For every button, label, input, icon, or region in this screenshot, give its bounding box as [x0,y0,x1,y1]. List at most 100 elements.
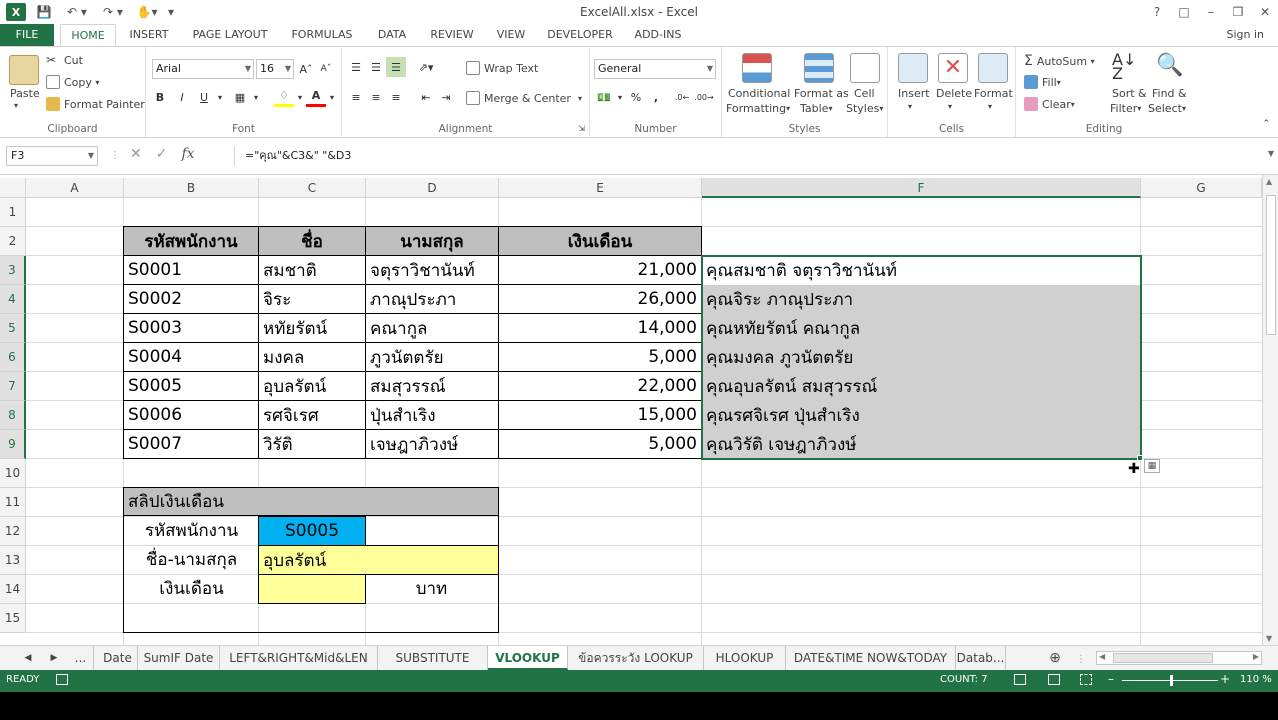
enter-icon[interactable]: ✓ [156,146,168,166]
emp-greeting-cell[interactable]: คุณรศจิเรศ ปุ่นสำเริง [702,400,1141,430]
ribbon-display-button[interactable]: □ [1172,2,1196,22]
paste-icon[interactable] [9,55,39,85]
scroll-left-icon[interactable]: ◀ [1099,652,1105,661]
sheet-tab[interactable]: LEFT&RIGHT&Mid&LEN [220,646,378,670]
new-sheet-icon[interactable]: ⊕ [1044,646,1066,670]
font-name-combo[interactable]: Arial ▼ [152,59,254,79]
row-header-4[interactable]: 4 [0,285,26,314]
emp-salary-cell[interactable]: 5,000 [498,342,702,372]
percent-button[interactable]: % [626,87,646,107]
format-as-table-line2[interactable]: Table ▾ [800,102,832,115]
emp-greeting-cell[interactable]: คุณวิรัติ เจษฎาภิวงษ์ [702,429,1141,459]
emp-id-cell[interactable]: S0007 [123,429,259,459]
horizontal-scrollbar[interactable]: ◀ ▶ [1096,651,1262,665]
row-header-9[interactable]: 9 [0,430,26,459]
merge-center-button[interactable]: Merge & Center ▾ [466,91,582,105]
zoom-in-icon[interactable]: + [1220,672,1230,686]
scroll-up-icon[interactable]: ▲ [1266,177,1272,186]
tab-add-ins[interactable]: ADD-INS [628,24,688,46]
delete-cells-button[interactable]: Delete [936,87,972,100]
row-header-1[interactable]: 1 [0,198,26,227]
emp-name-cell[interactable]: รศจิเรศ [258,400,366,430]
emp-id-cell[interactable]: S0002 [123,284,259,314]
font-dropdown-icon[interactable]: ▼ [245,60,251,78]
row-header-3[interactable]: 3 [0,256,26,285]
column-header-a[interactable]: A [26,178,124,198]
maximize-button[interactable]: ❐ [1226,2,1250,22]
copy-button[interactable]: Copy ▾ [46,75,99,89]
binoculars-icon[interactable]: 🔍 [1156,53,1186,83]
emp-name-cell[interactable]: สมชาติ [258,255,366,285]
formula-input[interactable]: ="คุณ"&C3&" "&D3 [234,146,1264,166]
emp-name-cell[interactable]: มงคล [258,342,366,372]
zoom-slider-thumb[interactable] [1170,675,1173,686]
vertical-scrollbar[interactable]: ▲ ▼ [1262,175,1278,645]
row-header-10[interactable]: 10 [0,459,26,488]
number-format-dropdown-icon[interactable]: ▼ [707,60,713,78]
cancel-icon[interactable]: ✕ [130,146,142,166]
emp-greeting-cell[interactable]: คุณอุบลรัตน์ สมสุวรรณ์ [702,371,1141,401]
format-cells-icon[interactable] [978,53,1008,83]
emp-id-cell[interactable]: S0003 [123,313,259,343]
sheet-tab[interactable]: VLOOKUP [488,646,568,670]
emp-surname-cell[interactable]: เจษฎาภิวงษ์ [365,429,499,459]
slip-unit[interactable]: บาท [365,574,499,603]
tab-developer[interactable]: DEVELOPER [542,24,618,46]
slip-bottom-row[interactable] [123,603,499,633]
emp-salary-cell[interactable]: 26,000 [498,284,702,314]
insert-dropdown-icon[interactable]: ▾ [908,102,912,111]
table-header-id[interactable]: รหัสพนักงาน [123,226,259,256]
bold-button[interactable]: B [150,87,170,107]
scroll-down-icon[interactable]: ▼ [1266,634,1272,643]
sheet-tab[interactable]: Datab... [956,646,1006,670]
slip-title[interactable]: สลิปเงินเดือน [123,487,499,516]
emp-name-cell[interactable]: อุบลรัตน์ [258,371,366,401]
align-bottom-icon[interactable]: ☰ [386,57,406,77]
tab-page-layout[interactable]: PAGE LAYOUT [186,24,274,46]
emp-surname-cell[interactable]: ภูวนัตตรัย [365,342,499,372]
auto-fill-options-icon[interactable]: ▦ [1144,459,1160,473]
column-header-f[interactable]: F [702,178,1141,198]
merge-dropdown-icon[interactable]: ▾ [578,94,582,103]
row-header-7[interactable]: 7 [0,372,26,401]
insert-function-icon[interactable]: fx [181,146,194,166]
emp-id-cell[interactable]: S0001 [123,255,259,285]
underline-dropdown-icon[interactable]: ▾ [210,87,230,107]
fill-button[interactable]: Fill ▾ [1024,75,1061,89]
slip-id-empty[interactable] [365,516,499,545]
emp-surname-cell[interactable]: ปุ่นสำเริง [365,400,499,430]
macro-record-icon[interactable] [56,674,68,685]
row-header-5[interactable]: 5 [0,314,26,343]
emp-name-cell[interactable]: หทัยรัตน์ [258,313,366,343]
emp-salary-cell[interactable]: 21,000 [498,255,702,285]
minimize-button[interactable]: – [1199,2,1223,22]
align-middle-icon[interactable]: ☰ [366,57,386,77]
delete-dropdown-icon[interactable]: ▾ [948,102,952,111]
emp-surname-cell[interactable]: คณากูล [365,313,499,343]
emp-salary-cell[interactable]: 14,000 [498,313,702,343]
help-button[interactable]: ? [1145,2,1169,22]
row-header-11[interactable]: 11 [0,488,26,517]
expand-formula-bar-icon[interactable]: ▼ [1268,149,1274,158]
column-header-d[interactable]: D [366,178,499,198]
comma-button[interactable]: , [646,87,666,107]
number-format-combo[interactable]: General ▼ [594,59,716,79]
paste-button[interactable]: Paste [10,87,40,100]
sheet-tab-ellipsis[interactable]: ... [68,646,94,670]
font-size-dropdown-icon[interactable]: ▼ [285,60,291,78]
cell-styles-line2[interactable]: Styles ▾ [846,102,883,115]
emp-surname-cell[interactable]: ภาณุประภา [365,284,499,314]
page-break-view-icon[interactable] [1080,674,1092,685]
emp-surname-cell[interactable]: จตุราวิชานันท์ [365,255,499,285]
row-header-15[interactable]: 15 [0,604,26,633]
orientation-icon[interactable]: ⇗▾ [416,57,436,77]
find-select-line1[interactable]: Find & [1152,87,1187,100]
delete-cells-icon[interactable]: ✕ [938,53,968,83]
copy-dropdown-icon[interactable]: ▾ [95,78,99,87]
emp-salary-cell[interactable]: 5,000 [498,429,702,459]
emp-greeting-cell[interactable]: คุณหทัยรัตน์ คณากูล [702,313,1141,343]
font-size-combo[interactable]: 16 ▼ [256,59,294,79]
sheet-tab[interactable]: SumIF Date [138,646,220,670]
sheet-tab[interactable]: HLOOKUP [704,646,786,670]
wrap-text-button[interactable]: Wrap Text [466,61,538,75]
